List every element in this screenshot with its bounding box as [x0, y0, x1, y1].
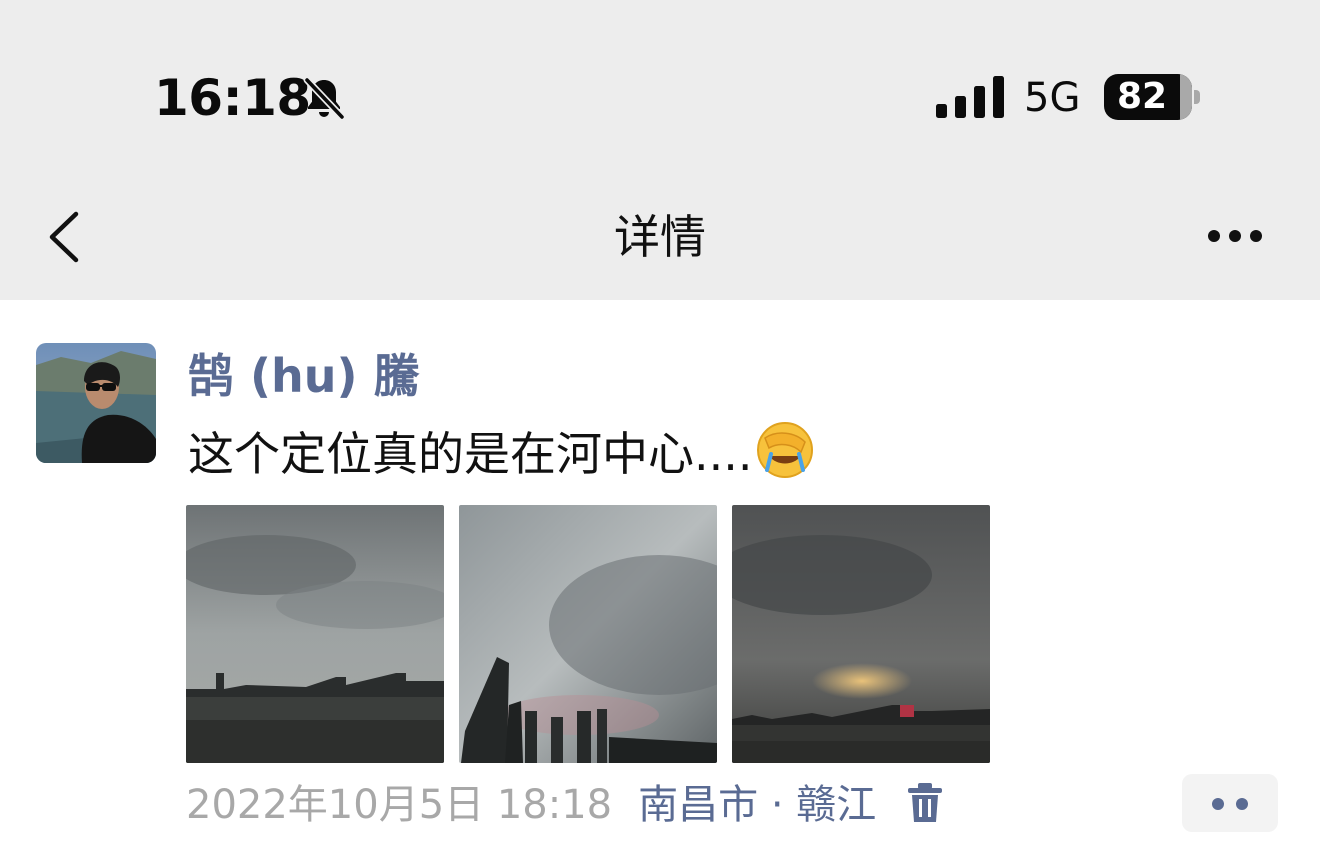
- face-palm-emoji: [756, 422, 813, 478]
- post-photo-1[interactable]: [186, 505, 444, 763]
- ellipsis-icon[interactable]: [1204, 226, 1266, 246]
- network-type: 5G: [1024, 75, 1081, 121]
- page-title: 详情: [614, 210, 706, 264]
- post-photo-3[interactable]: [732, 505, 990, 763]
- post-location[interactable]: 南昌市 · 赣江: [638, 782, 876, 828]
- post-meta: 2022年10月5日 18:18 南昌市 · 赣江: [186, 780, 944, 830]
- battery-level: 82: [1116, 76, 1168, 117]
- status-time: 16:18: [154, 69, 311, 127]
- post-photo-2[interactable]: [459, 505, 717, 763]
- post-text: 这个定位真的是在河中心....: [188, 427, 753, 481]
- header-area: 16:18 5G 82 详情: [0, 0, 1320, 300]
- signal-bars-icon: [936, 76, 1004, 118]
- two-dots-icon: [1212, 798, 1224, 810]
- bell-slash-icon: [303, 76, 346, 121]
- status-bar: 16:18 5G 82: [0, 0, 1320, 190]
- comment-like-button[interactable]: [1182, 774, 1278, 832]
- post-timestamp: 2022年10月5日 18:18: [186, 782, 613, 828]
- navigation-bar: 详情: [0, 190, 1320, 300]
- post-text-line: 这个定位真的是在河中心....: [188, 420, 815, 487]
- post-author[interactable]: 鹄 (hu) 騰: [188, 348, 420, 404]
- battery-icon: 82: [1104, 74, 1200, 120]
- avatar[interactable]: [36, 343, 156, 463]
- trash-icon[interactable]: [906, 782, 944, 824]
